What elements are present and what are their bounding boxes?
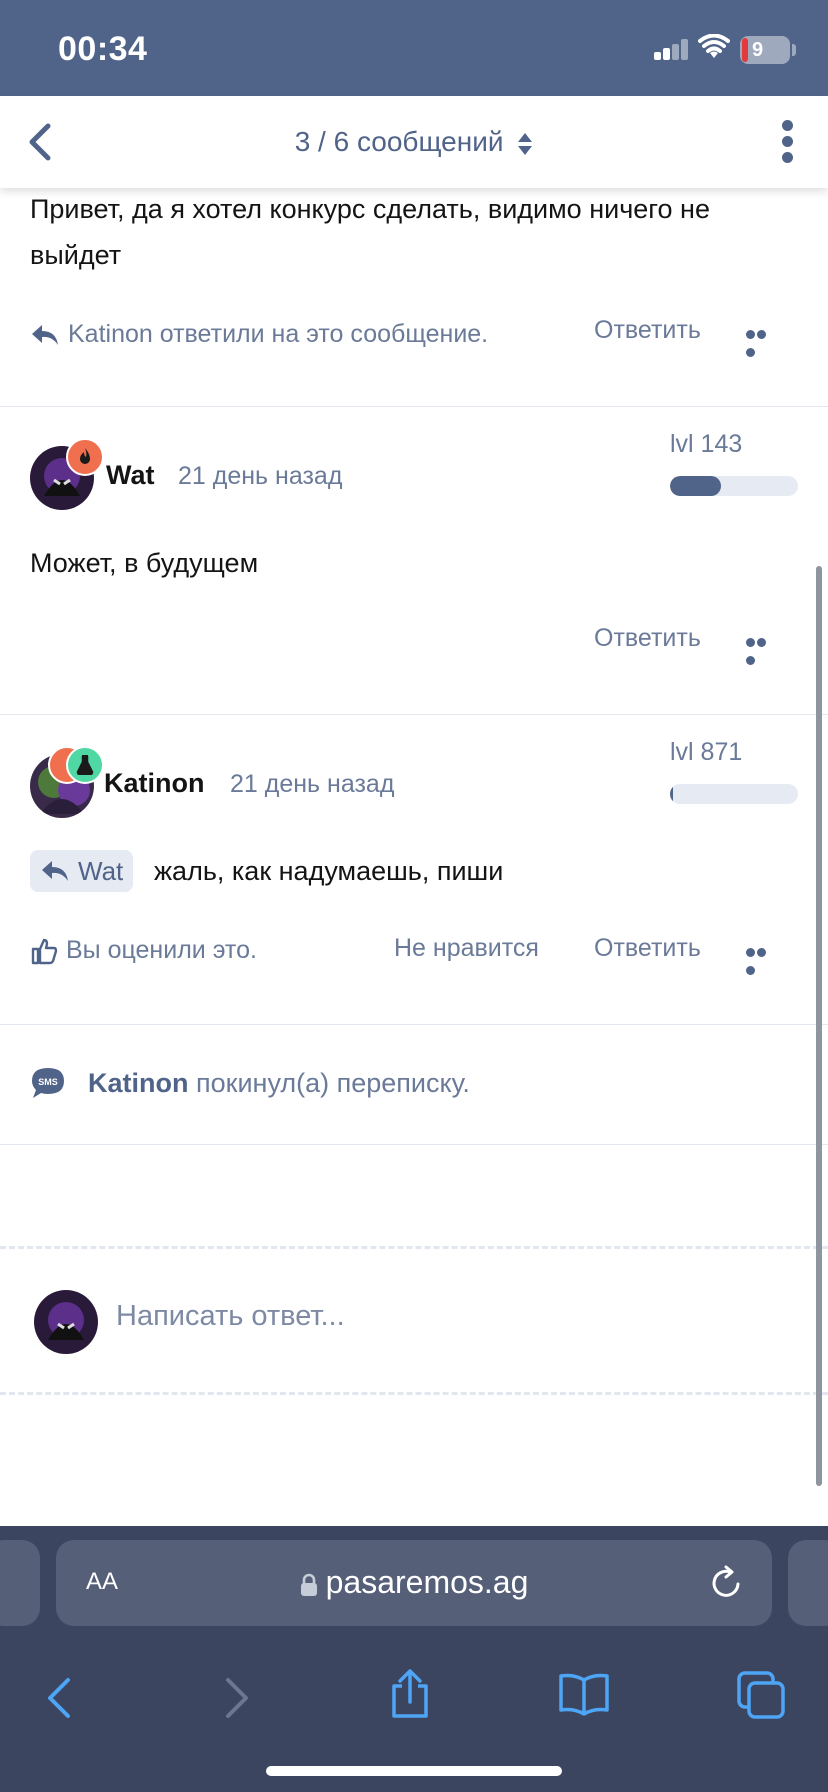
more-vertical-icon[interactable] — [776, 120, 798, 164]
composer-top-border — [0, 1246, 828, 1249]
url-text: pasaremos.ag — [325, 1564, 529, 1600]
level-progress-bar — [670, 784, 798, 804]
status-bar: 00:34 9 — [0, 0, 828, 96]
share-icon[interactable] — [388, 1668, 432, 1720]
divider — [0, 406, 828, 407]
message-text: Привет, да я хотел конкурс сделать, види… — [30, 194, 710, 270]
browser-back-icon[interactable] — [42, 1676, 78, 1720]
sort-arrows-icon — [518, 132, 533, 155]
status-time: 00:34 — [58, 30, 148, 68]
more-horizontal-icon[interactable] — [746, 944, 778, 975]
message-counter-selector[interactable]: 3 / 6 сообщений — [0, 126, 828, 158]
bookmarks-icon[interactable] — [558, 1672, 610, 1716]
more-horizontal-icon[interactable] — [746, 634, 778, 665]
conversation-header: 3 / 6 сообщений — [0, 96, 828, 188]
reply-arrow-icon — [32, 324, 58, 345]
system-notice-text: покинул(а) переписку. — [196, 1067, 470, 1098]
reply-input[interactable]: Написать ответ... — [116, 1300, 345, 1333]
dislike-button[interactable]: Не нравится — [394, 934, 539, 963]
message-text: жаль, как надумаешь, пиши — [154, 856, 504, 886]
reply-button[interactable]: Ответить — [594, 934, 701, 963]
thumbs-up-icon — [31, 938, 58, 964]
browser-forward-icon[interactable] — [218, 1676, 254, 1720]
browser-toolbar: AA pasaremos.ag — [0, 1526, 828, 1792]
reply-note-text: Katinon ответили на это сообщение. — [68, 320, 489, 348]
reply-arrow-icon — [42, 861, 68, 881]
divider — [0, 1144, 828, 1145]
svg-text:SMS: SMS — [38, 1077, 58, 1087]
message-time: 21 день назад — [230, 770, 395, 798]
lock-icon — [300, 1573, 317, 1596]
sms-icon: SMS — [32, 1068, 64, 1098]
level-progress-fill — [670, 784, 673, 804]
scrollbar[interactable] — [816, 566, 822, 1486]
flask-badge-icon — [66, 746, 104, 784]
system-notice: SMS Katinon покинул(а) переписку. — [30, 1066, 470, 1100]
wifi-icon — [698, 34, 730, 58]
my-avatar — [34, 1290, 98, 1354]
message-counter-label: 3 / 6 сообщений — [294, 126, 504, 157]
author-name[interactable]: Katinon — [104, 768, 205, 799]
divider — [0, 1024, 828, 1025]
user-level: lvl 143 — [670, 430, 743, 458]
cellular-signal-icon — [654, 38, 690, 60]
reload-icon[interactable] — [710, 1564, 744, 1600]
author-name[interactable]: Wat — [106, 460, 155, 491]
user-level: lvl 871 — [670, 738, 743, 766]
reply-note[interactable]: Katinon ответили на это сообщение. — [30, 320, 488, 349]
composer-bottom-border — [0, 1392, 828, 1395]
reply-button[interactable]: Ответить — [594, 316, 701, 345]
quoted-user-chip[interactable]: Wat — [30, 850, 134, 892]
previous-tab-preview[interactable] — [0, 1540, 40, 1626]
liked-note: Вы оценили это. — [30, 936, 257, 965]
battery-tip — [792, 44, 796, 56]
battery-icon: 9 — [740, 36, 790, 64]
home-indicator — [266, 1766, 562, 1776]
next-tab-preview[interactable] — [788, 1540, 828, 1626]
liked-note-text: Вы оценили это. — [66, 936, 257, 964]
level-progress-bar — [670, 476, 798, 496]
address-bar[interactable]: AA pasaremos.ag — [56, 1540, 772, 1626]
level-progress-fill — [670, 476, 722, 496]
fire-badge-icon — [66, 438, 104, 476]
tabs-icon[interactable] — [736, 1670, 786, 1720]
quoted-user-name: Wat — [78, 855, 124, 886]
reply-button[interactable]: Ответить — [594, 624, 701, 653]
message-text: Может, в будущем — [30, 548, 259, 578]
system-notice-user[interactable]: Katinon — [88, 1068, 189, 1098]
divider — [0, 714, 828, 715]
more-horizontal-icon[interactable] — [746, 326, 778, 357]
message-time: 21 день назад — [178, 462, 343, 490]
battery-level: 9 — [752, 39, 764, 61]
